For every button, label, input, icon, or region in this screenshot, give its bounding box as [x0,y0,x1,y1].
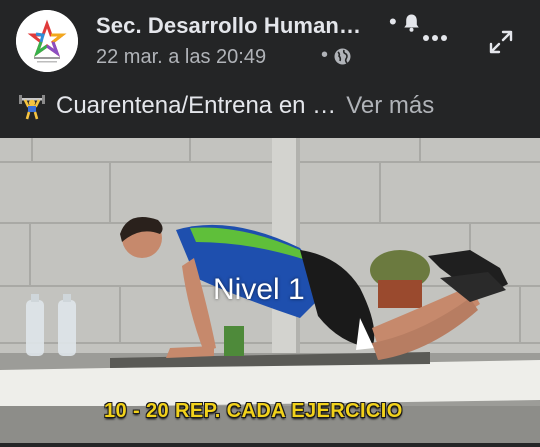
globe-icon [334,48,351,65]
caption-text: Cuarentena/Entrena en … [56,92,337,119]
see-more-link[interactable]: Ver más [346,92,434,120]
post-timestamp[interactable]: 22 mar. a las 20:49 [96,46,266,69]
video-overlay-level: Nivel 1 [213,273,305,306]
separator-dot: • [389,9,397,34]
organization-logo-icon [16,10,78,72]
video-overlay-reps: 10 - 20 REP. CADA EJERCICIO [104,400,403,422]
page-name[interactable]: Sec. Desarrollo Human… [96,13,361,39]
bell-icon[interactable] [403,13,420,33]
video-player[interactable]: Nivel 1 10 - 20 REP. CADA EJERCICIO [0,138,540,443]
more-options-icon[interactable] [422,30,448,46]
weightlifter-icon [19,95,45,120]
page-avatar[interactable] [16,10,78,72]
timestamp-separator-dot: • [321,44,329,66]
post-header: Sec. Desarrollo Human… • 22 mar. a las 2… [0,0,540,80]
expand-icon[interactable] [488,29,514,55]
post-caption: Cuarentena/Entrena en … Ver más [18,90,434,122]
